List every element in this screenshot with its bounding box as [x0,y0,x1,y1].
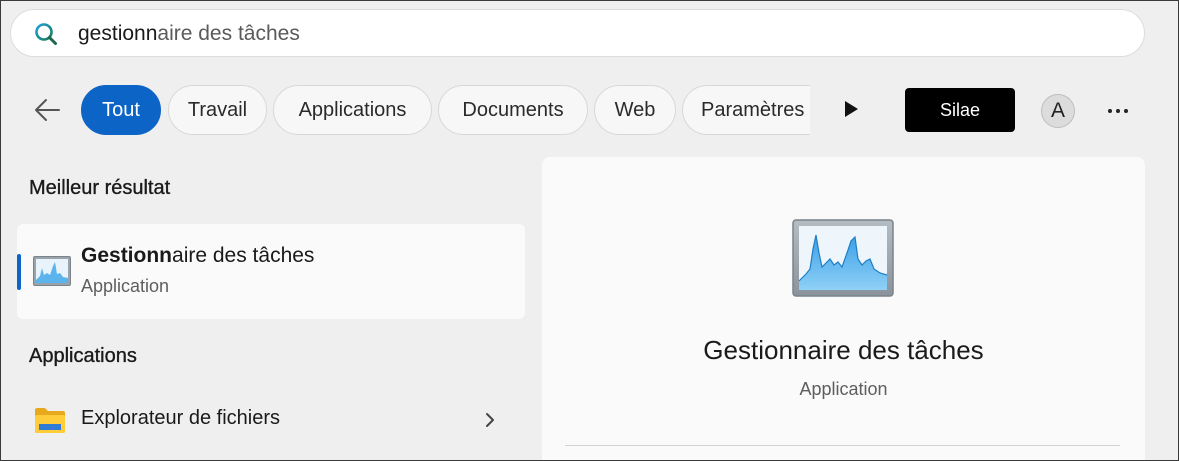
back-arrow-icon[interactable] [31,94,63,126]
best-match-name-rest: aire des tâches [172,244,315,267]
task-manager-large-icon [792,219,894,297]
preview-app-type: Application [799,379,888,399]
search-typed-text: gestionn [78,22,158,45]
best-match-heading: Meilleur résultat [29,177,171,199]
list-item[interactable]: Explorateur de fichiers [17,393,525,447]
preview-panel: Gestionnaire des tâches Application [542,157,1145,460]
selection-indicator [17,254,21,290]
filter-chip-travail[interactable]: Travail [168,85,267,135]
divider [565,445,1120,446]
applications-heading: Applications [29,345,137,367]
best-match-type: Application [81,276,170,296]
search-icon [35,23,57,45]
more-options-icon[interactable] [1104,97,1132,125]
scroll-right-icon[interactable] [839,97,863,121]
avatar[interactable]: A [1041,94,1075,128]
preview-app-name: Gestionnaire des tâches [703,335,984,365]
chevron-right-icon[interactable] [481,410,499,430]
folder-icon [35,408,65,433]
filter-chip-tout[interactable]: Tout [81,85,161,135]
list-item-label: Explorateur de fichiers [81,407,280,429]
search-suggested-text: aire des tâches [157,22,300,45]
filter-chip-documents[interactable]: Documents [438,85,588,135]
filter-chip-applications[interactable]: Applications [273,85,432,135]
filter-chip-parametres[interactable]: Paramètres [682,85,810,135]
account-button[interactable]: Silae [905,88,1015,132]
search-input[interactable]: gestionnaire des tâches [78,21,300,47]
filter-chip-web[interactable]: Web [594,85,676,135]
best-match-result[interactable]: Gestionnaire des tâches Application [17,224,525,319]
search-bar[interactable]: gestionnaire des tâches [10,9,1145,57]
task-manager-icon [33,256,71,286]
best-match-name: Gestionnaire des tâches [81,244,314,268]
search-window: gestionnaire des tâches Tout Travail App… [0,0,1179,461]
best-match-name-highlight: Gestionn [81,244,173,267]
